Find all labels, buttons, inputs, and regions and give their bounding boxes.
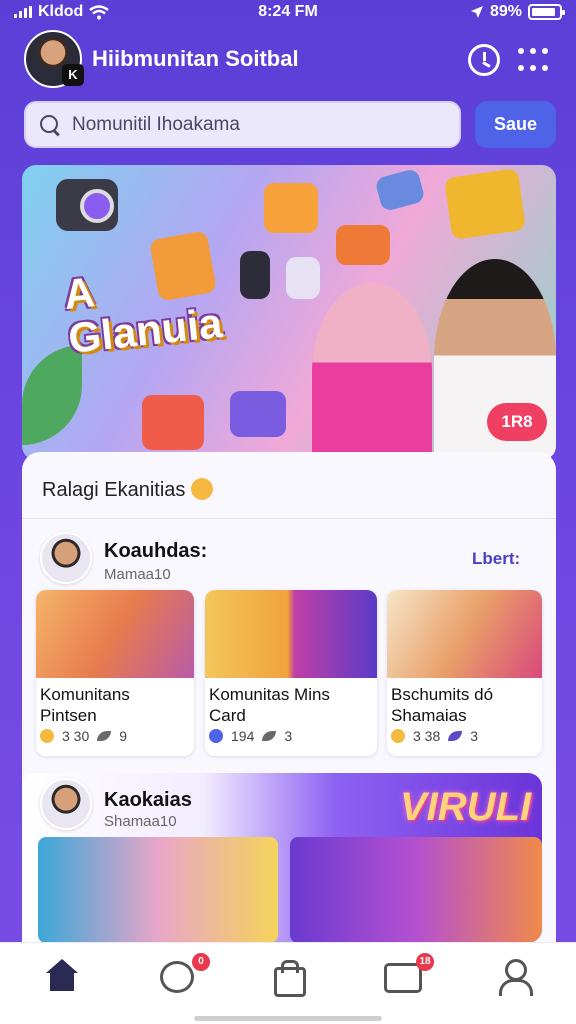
card-image xyxy=(387,590,542,678)
card-title: Bschumits dó Shamaias xyxy=(391,685,494,725)
avatar-badge: K xyxy=(62,64,84,86)
search-input[interactable] xyxy=(72,111,452,139)
search-button[interactable]: Saue xyxy=(475,101,556,148)
leaf-icon xyxy=(262,731,277,741)
stat-members: 3 38 xyxy=(413,728,441,744)
group-name[interactable]: Kaokaias xyxy=(104,789,192,812)
globe-icon xyxy=(209,729,223,743)
group-avatar[interactable] xyxy=(40,532,92,584)
status-right: 89% xyxy=(470,3,565,21)
feature-image-right xyxy=(290,837,542,943)
dice-icon xyxy=(230,391,286,437)
card-stats: 3 38 3 xyxy=(391,728,478,744)
card-stats: 3 30 9 xyxy=(40,728,127,744)
community-card[interactable]: Komunitas Mins Card 194 3 xyxy=(205,590,377,756)
section-heading: Ralagi Ekanitias xyxy=(42,478,214,502)
community-card[interactable]: Bschumits dó Shamaias 3 38 3 xyxy=(387,590,542,756)
group-subtitle: Shamaa10 xyxy=(104,813,177,830)
banner-title: A Glanuia xyxy=(61,268,225,362)
leaf-icon xyxy=(448,731,463,741)
stat-members: 194 xyxy=(231,728,255,744)
card-image xyxy=(205,590,377,678)
stat-posts: 9 xyxy=(119,728,128,744)
group-subtitle: Mamaa10 xyxy=(104,566,171,583)
home-icon[interactable] xyxy=(42,957,82,997)
community-card[interactable]: Komunitans Pintsen 3 30 9 xyxy=(36,590,194,756)
feature-banner-text: VIRULI xyxy=(400,785,532,829)
featured-banner[interactable]: A Glanuia 1R8 xyxy=(22,165,556,460)
battery-fill xyxy=(532,8,556,16)
chat-icon[interactable]: 0 xyxy=(158,953,210,997)
location-arrow-icon xyxy=(470,6,483,18)
banner-count-badge: 1R8 xyxy=(487,403,547,441)
card-title: Komunitas Mins Card xyxy=(209,685,330,725)
bag-icon[interactable] xyxy=(268,957,308,997)
card-image xyxy=(36,590,194,678)
smiley-block-icon xyxy=(264,183,318,233)
card-stats: 194 3 xyxy=(209,728,292,744)
search-bar xyxy=(24,101,461,148)
battery-percent: 89% xyxy=(489,3,522,20)
more-dots-icon[interactable] xyxy=(518,44,550,76)
smile-emoji-icon xyxy=(191,478,214,500)
game-pad-icon xyxy=(374,167,426,213)
group-link[interactable]: Lbert: xyxy=(472,549,520,569)
battery-icon xyxy=(528,4,565,20)
bottom-nav: 0 18 xyxy=(0,942,576,1024)
camera-2-icon xyxy=(336,225,390,265)
clock-icon[interactable] xyxy=(468,44,500,76)
stat-posts: 3 xyxy=(470,728,479,744)
divider xyxy=(22,518,556,519)
leaf-icon xyxy=(97,731,112,741)
home-indicator xyxy=(194,1016,382,1021)
card-title: Komunitans Pintsen xyxy=(40,685,130,725)
emoji-icon xyxy=(391,729,405,743)
status-bar: Kldod 8:24 FM 89% xyxy=(0,0,576,26)
camera-lens-icon xyxy=(80,189,114,223)
photo-frame-icon xyxy=(444,168,526,240)
group-avatar[interactable] xyxy=(40,778,92,830)
chat-badge: 0 xyxy=(192,953,210,971)
emoji-icon xyxy=(40,729,54,743)
message-badge: 18 xyxy=(416,953,434,971)
user-icon[interactable] xyxy=(494,957,534,997)
message-icon[interactable]: 18 xyxy=(382,953,434,997)
group-name[interactable]: Koauhdas: xyxy=(104,540,207,563)
stat-members: 3 30 xyxy=(62,728,90,744)
gift-box-icon xyxy=(142,395,204,450)
phone-icon xyxy=(240,251,270,299)
stat-posts: 3 xyxy=(284,728,293,744)
person-hijab xyxy=(312,283,432,460)
header: K Hiibmunitan Soitbal xyxy=(22,30,554,90)
feature-card[interactable]: VIRULI xyxy=(22,773,542,943)
feature-image-left xyxy=(38,837,278,943)
search-icon xyxy=(40,115,60,135)
calculator-icon xyxy=(286,257,320,299)
app-title: Hiibmunitan Soitbal xyxy=(92,46,299,71)
